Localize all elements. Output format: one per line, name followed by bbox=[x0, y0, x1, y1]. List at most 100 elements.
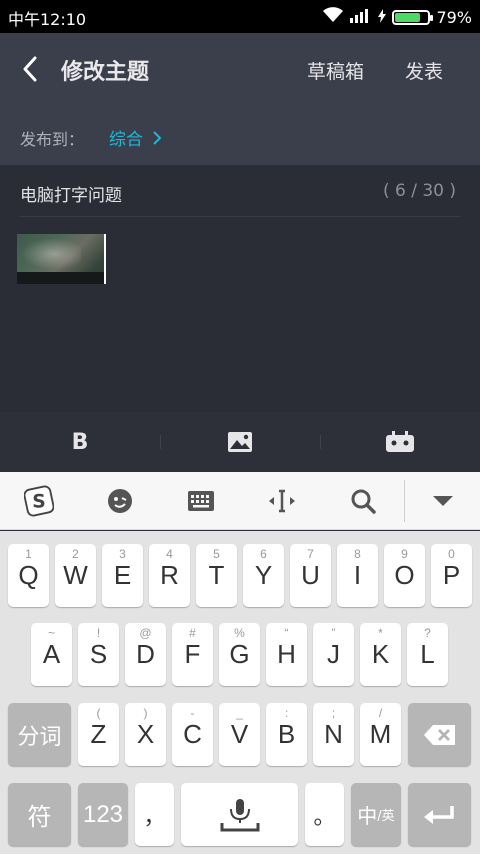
period-key[interactable]: 。 bbox=[305, 783, 344, 846]
comma-label: ， bbox=[143, 804, 166, 830]
key-label: F bbox=[184, 639, 201, 669]
key-label: R bbox=[160, 560, 179, 590]
key-b[interactable]: :B bbox=[266, 703, 307, 766]
key-label: P bbox=[442, 560, 461, 590]
search-button[interactable] bbox=[348, 486, 378, 516]
backspace-key[interactable] bbox=[408, 703, 471, 766]
charging-icon bbox=[378, 8, 387, 27]
symbol-key[interactable]: 符 bbox=[8, 783, 71, 846]
key-hint: 3 bbox=[119, 547, 126, 561]
key-u[interactable]: 7U bbox=[290, 544, 331, 607]
cursor-move-icon bbox=[269, 489, 295, 513]
key-r[interactable]: 4R bbox=[149, 544, 190, 607]
key-hint: 4 bbox=[166, 547, 173, 561]
battery-fill bbox=[395, 12, 421, 22]
key-f[interactable]: # F bbox=[172, 623, 213, 686]
key-q[interactable]: 1Q bbox=[8, 544, 49, 607]
key-k[interactable]: * K bbox=[360, 623, 401, 686]
key-i[interactable]: 8I bbox=[337, 544, 378, 607]
enter-key[interactable] bbox=[408, 783, 471, 846]
post-to-selector[interactable]: 综合 bbox=[109, 125, 162, 150]
publish-button[interactable]: 发表 bbox=[405, 57, 443, 84]
number-key[interactable]: 123 bbox=[78, 783, 128, 846]
emoji-button[interactable] bbox=[105, 486, 135, 516]
key-s[interactable]: ! S bbox=[78, 623, 119, 686]
key-z[interactable]: (Z bbox=[78, 703, 119, 766]
cursor-move-button[interactable] bbox=[267, 486, 297, 516]
key-w[interactable]: 2W bbox=[55, 544, 96, 607]
status-bar: 中午12:10 79% bbox=[0, 0, 480, 33]
comma-key[interactable]: ， bbox=[135, 783, 174, 846]
key-x[interactable]: ) X bbox=[125, 703, 166, 766]
emoji-face-icon bbox=[108, 489, 132, 513]
key-m[interactable]: / M bbox=[360, 703, 401, 766]
key-v[interactable]: _ V bbox=[219, 703, 260, 766]
collapse-keyboard-button[interactable] bbox=[428, 486, 458, 516]
key-e[interactable]: 3E bbox=[102, 544, 143, 607]
backspace-icon bbox=[423, 724, 455, 745]
subject-input[interactable]: 电脑打字问题 bbox=[20, 181, 122, 206]
fenci-label: 分词 bbox=[17, 724, 62, 750]
key-label: I bbox=[353, 560, 362, 590]
key-hint: 0 bbox=[448, 547, 455, 561]
attached-image-thumbnail[interactable] bbox=[17, 234, 106, 284]
key-hint: ~ bbox=[47, 626, 55, 640]
fenci-key[interactable]: 分词 bbox=[8, 703, 71, 766]
key-j[interactable]: ” J bbox=[313, 623, 354, 686]
toolbar-separator bbox=[404, 480, 405, 522]
key-y[interactable]: 6Y bbox=[243, 544, 284, 607]
key-hint: ) bbox=[143, 706, 148, 720]
collapse-down-icon bbox=[433, 496, 453, 506]
chevron-left-icon bbox=[23, 56, 37, 82]
key-hint: ( bbox=[96, 706, 101, 720]
insert-image-button[interactable] bbox=[160, 412, 320, 472]
key-label: T bbox=[208, 560, 225, 590]
key-label: L bbox=[420, 639, 435, 669]
key-label: V bbox=[230, 719, 249, 749]
key-l[interactable]: ? L bbox=[407, 623, 448, 686]
space-voice-key[interactable] bbox=[181, 783, 298, 846]
key-hint: _ bbox=[236, 706, 243, 720]
key-hint: : bbox=[284, 706, 289, 720]
key-c[interactable]: -C bbox=[172, 703, 213, 766]
search-icon bbox=[351, 489, 376, 514]
key-label: S bbox=[89, 639, 108, 669]
sogou-logo-button[interactable]: S bbox=[24, 485, 54, 517]
key-label: C bbox=[183, 719, 202, 749]
key-hint: 2 bbox=[72, 547, 79, 561]
insert-emoji-button[interactable] bbox=[320, 412, 480, 472]
key-label: U bbox=[301, 560, 320, 590]
bold-button[interactable]: B bbox=[0, 412, 160, 472]
battery-icon bbox=[392, 9, 434, 25]
sogou-logo-icon: S bbox=[24, 485, 54, 517]
key-p[interactable]: 0P bbox=[431, 544, 472, 607]
key-label: K bbox=[371, 639, 390, 669]
key-d[interactable]: @ D bbox=[125, 623, 166, 686]
lang-sub-label: /英 bbox=[377, 809, 395, 824]
key-a[interactable]: ~ A bbox=[31, 623, 72, 686]
post-to-label: 发布到： bbox=[20, 130, 85, 149]
post-to-target: 综合 bbox=[109, 130, 143, 150]
language-switch-key[interactable]: 中/英 bbox=[351, 783, 401, 846]
char-counter: ( 6 / 30 ) bbox=[382, 181, 456, 201]
status-right-group: 79% bbox=[322, 6, 472, 28]
key-n[interactable]: ; N bbox=[313, 703, 354, 766]
key-g[interactable]: % G bbox=[219, 623, 260, 686]
key-hint: / bbox=[378, 706, 383, 720]
keyboard-switch-button[interactable] bbox=[186, 486, 216, 516]
key-hint: 1 bbox=[25, 547, 32, 561]
keyboard-icon bbox=[188, 491, 214, 511]
svg-text:S: S bbox=[32, 492, 46, 513]
drafts-button[interactable]: 草稿箱 bbox=[307, 57, 364, 84]
back-button[interactable] bbox=[16, 55, 44, 83]
key-hint: 8 bbox=[354, 547, 361, 561]
key-label: N bbox=[324, 719, 343, 749]
key-t[interactable]: 5T bbox=[196, 544, 237, 607]
key-label: X bbox=[136, 719, 155, 749]
bold-icon: B bbox=[71, 429, 89, 455]
key-hint: ? bbox=[424, 626, 431, 640]
key-h[interactable]: “H bbox=[266, 623, 307, 686]
key-o[interactable]: 9O bbox=[384, 544, 425, 607]
key-hint: ” bbox=[331, 626, 336, 640]
key-hint: 5 bbox=[213, 547, 220, 561]
